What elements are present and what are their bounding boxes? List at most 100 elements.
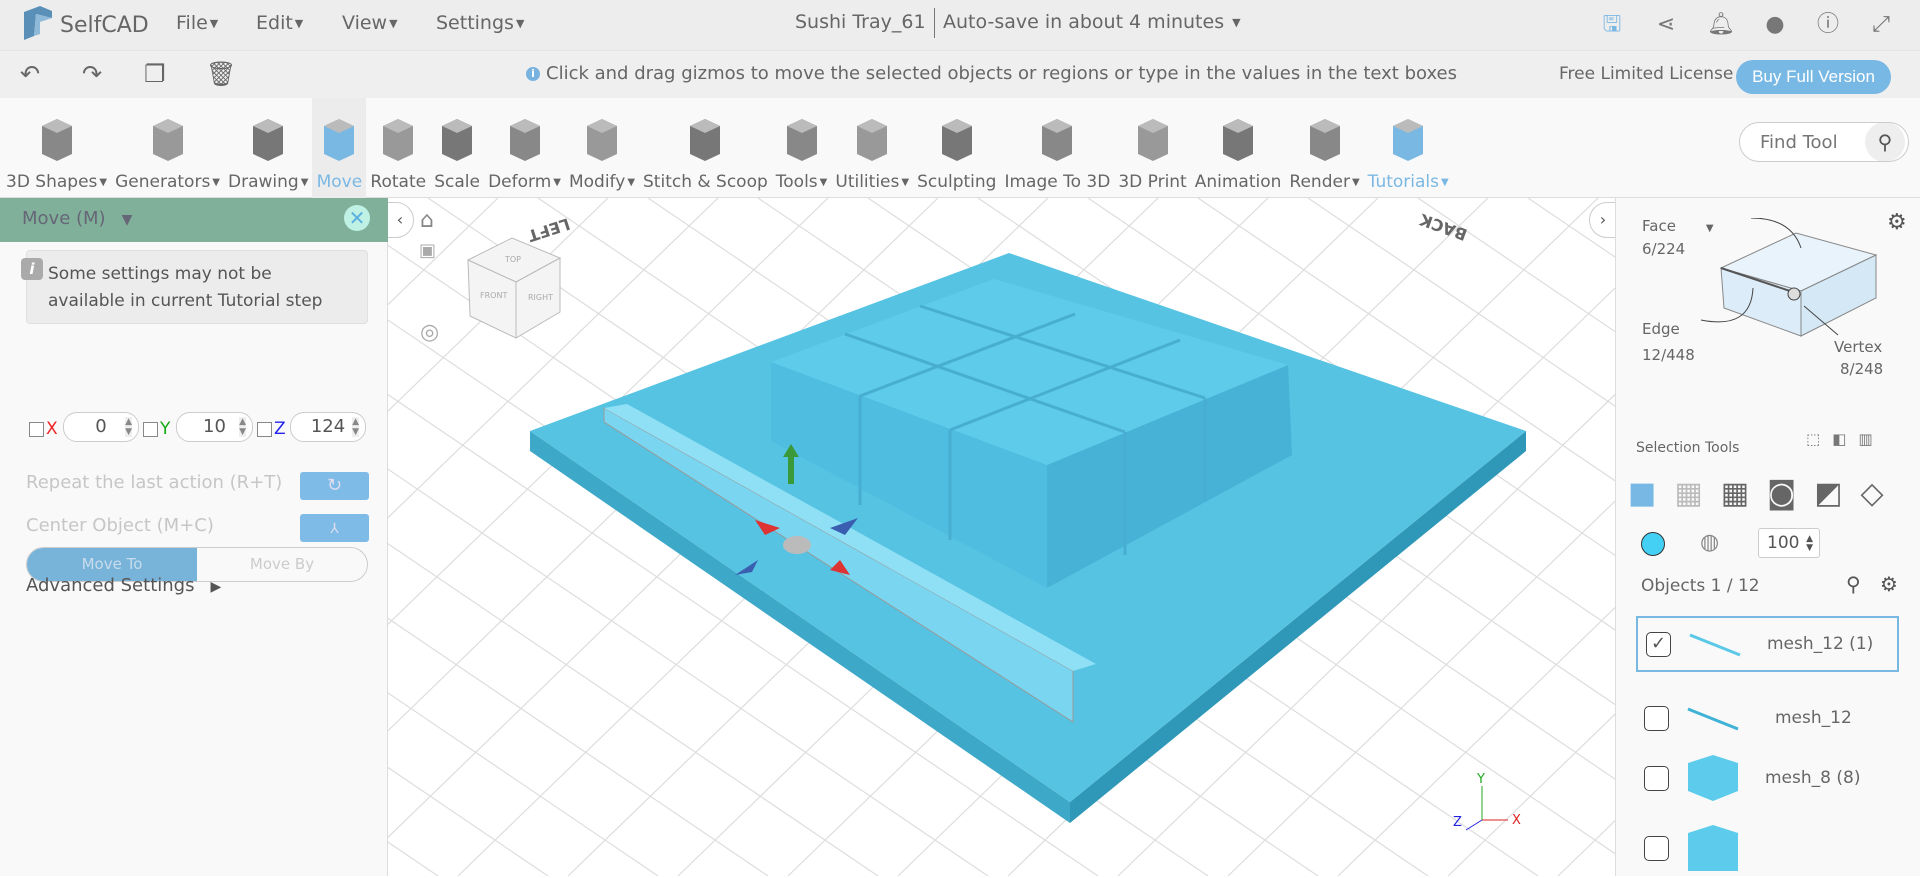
gear-icon[interactable]: ⚙ — [1887, 210, 1907, 235]
info-icon[interactable]: ⓘ — [1815, 12, 1841, 38]
find-tool-input[interactable] — [1740, 131, 1865, 153]
select-hidden-icon[interactable]: ▥ — [1858, 430, 1872, 448]
checkbox[interactable] — [1644, 835, 1669, 861]
menu-settings[interactable]: Settings ▼ — [436, 12, 524, 34]
object-row[interactable]: mesh_12 — [1636, 690, 1899, 746]
mesh-select-icon[interactable]: ▦ — [1721, 476, 1749, 511]
stepper-icon[interactable]: ▲ ▼ — [239, 417, 246, 437]
vertex-label[interactable]: Vertex — [1834, 338, 1882, 356]
sphere-select-icon[interactable]: ◙ — [1767, 476, 1796, 511]
redo-icon[interactable]: ↷ — [82, 60, 102, 88]
x-input[interactable]: 0 ▲ ▼ — [63, 412, 139, 442]
y-input[interactable]: 10 ▲ ▼ — [176, 412, 253, 442]
user-icon[interactable]: ● — [1762, 12, 1788, 38]
checkbox[interactable] — [1644, 765, 1669, 791]
fullscreen-icon[interactable]: ⤢ — [1868, 12, 1894, 38]
opacity-input[interactable]: 100 ▲ ▼ — [1758, 528, 1820, 558]
menu-view[interactable]: View ▼ — [342, 12, 398, 34]
face-select-icon[interactable]: ◩ — [1814, 476, 1842, 511]
checkbox-checked[interactable]: ✓ — [1646, 631, 1671, 657]
share-icon[interactable]: ⋖ — [1653, 12, 1679, 38]
tool-label: Generators — [115, 172, 211, 192]
tool-scale[interactable]: Scale — [430, 98, 484, 198]
bell-icon[interactable]: 🔔︎ — [1707, 12, 1735, 38]
z-checkbox[interactable] — [257, 421, 272, 437]
tool-label: Move — [316, 172, 363, 192]
scene[interactable]: TOP FRONT RIGHT LEFT BACK Y X Z — [388, 198, 1615, 876]
tool-image-to-3d[interactable]: Image To 3D — [1000, 98, 1114, 198]
search-icon[interactable]: ⚲ — [1865, 123, 1905, 161]
selection-mode-icons: ⬚ ◧ ▥ — [1806, 430, 1873, 448]
tool-deform[interactable]: Deform ▼ — [484, 98, 565, 198]
home-icon[interactable]: ⌂ — [420, 208, 434, 233]
select-through-icon[interactable]: ◧ — [1832, 430, 1846, 448]
advanced-settings-toggle[interactable]: Advanced Settings ▶ — [26, 575, 221, 596]
object-select-icon[interactable]: ■ — [1628, 476, 1656, 511]
object-row[interactable] — [1636, 818, 1899, 878]
tool-modify[interactable]: Modify ▼ — [565, 98, 639, 198]
tool-drawing[interactable]: Drawing ▼ — [224, 98, 312, 198]
panel-header[interactable]: Move (M) ▼ — [0, 198, 388, 242]
tool-move[interactable]: Move — [312, 98, 367, 198]
move-by-tab[interactable]: Move By — [197, 548, 367, 581]
object-row[interactable]: ✓ mesh_12 (1) — [1636, 616, 1899, 672]
autosave-status[interactable]: Auto-save in about 4 minutes ▼ — [943, 11, 1241, 33]
orbit-icon[interactable]: ◎ — [420, 320, 439, 345]
delete-icon[interactable]: 🗑︎ — [206, 60, 236, 88]
repeat-button[interactable]: ↻ — [300, 472, 369, 500]
tool-tutorials[interactable]: Tutorials ▼ — [1364, 98, 1453, 198]
menu-label: Edit — [256, 12, 293, 34]
z-input[interactable]: 124 ▲ ▼ — [290, 412, 366, 442]
tool-rotate[interactable]: Rotate — [366, 98, 430, 198]
edge-label[interactable]: Edge — [1642, 320, 1680, 338]
panel-title: Move (M) — [22, 208, 106, 229]
menu-file[interactable]: File ▼ — [176, 12, 218, 34]
tool-tools[interactable]: Tools ▼ — [772, 98, 832, 198]
tool-3d-shapes[interactable]: 3D Shapes ▼ — [2, 98, 111, 198]
object-row[interactable]: mesh_8 (8) — [1636, 748, 1899, 808]
tool-sculpting[interactable]: Sculpting — [913, 98, 1000, 198]
close-icon[interactable]: ✕ — [344, 205, 370, 231]
tool-label: Image To 3D — [1004, 172, 1111, 192]
stepper-icon[interactable]: ▲ ▼ — [352, 417, 359, 437]
buy-full-version-button[interactable]: Buy Full Version — [1736, 60, 1891, 94]
box-select-icon[interactable]: ⬚ — [1806, 430, 1820, 448]
tool-utilities[interactable]: Utilities ▼ — [831, 98, 913, 198]
undo-icon[interactable]: ↶ — [20, 60, 40, 88]
plane-select-icon[interactable]: ◇ — [1861, 476, 1884, 511]
color-swatch[interactable] — [1641, 532, 1665, 556]
texture-icon[interactable]: ◍ — [1700, 530, 1719, 555]
wireframe-select-icon[interactable]: ▦ — [1674, 476, 1702, 511]
checkbox[interactable] — [1644, 705, 1669, 731]
center-object-button[interactable]: ⅄ — [300, 514, 369, 542]
copy-icon[interactable]: ❐ — [144, 60, 166, 88]
tool-render[interactable]: Render ▼ — [1285, 98, 1363, 198]
object-thumbnail — [1688, 825, 1738, 871]
tool-label: 3D Print — [1118, 172, 1187, 192]
chevron-down-icon: ▼ — [819, 176, 828, 188]
tool-generators[interactable]: Generators ▼ — [111, 98, 224, 198]
logo[interactable]: SelfCAD — [20, 6, 149, 44]
selection-tools-label: Selection Tools — [1636, 440, 1740, 456]
find-tool[interactable]: ⚲ — [1739, 122, 1909, 162]
tool-label: Modify — [568, 172, 626, 192]
stepper-icon[interactable]: ▲ ▼ — [125, 417, 132, 437]
fit-view-icon[interactable]: ▣ — [419, 240, 436, 261]
tool-animation[interactable]: Animation — [1191, 98, 1286, 198]
chevron-down-icon: ▼ — [1441, 176, 1449, 188]
view-cube[interactable]: TOP FRONT RIGHT — [466, 237, 562, 339]
document-title[interactable]: Sushi Tray_61 — [795, 11, 926, 33]
y-checkbox[interactable] — [143, 421, 158, 437]
save-icon[interactable]: 🖫 — [1599, 12, 1625, 38]
tool-label: Animation — [1194, 172, 1282, 192]
x-checkbox[interactable] — [29, 421, 44, 437]
tool-stitch-scoop[interactable]: Stitch & Scoop — [639, 98, 772, 198]
tool-3d-print[interactable]: 3D Print — [1114, 98, 1190, 198]
gear-icon[interactable]: ⚙ — [1880, 572, 1898, 596]
3d-viewport[interactable]: TOP FRONT RIGHT LEFT BACK Y X Z ‹ ⌂ ▣ ◎ … — [388, 198, 1615, 876]
search-icon[interactable]: ⚲ — [1846, 572, 1861, 596]
tool-label: Utilities — [835, 172, 900, 192]
license-label: Free Limited License — [1559, 64, 1734, 84]
selection-type-icons: ■ ▦ ▦ ◙ ◩ ◇ — [1628, 476, 1884, 511]
menu-edit[interactable]: Edit ▼ — [256, 12, 303, 34]
